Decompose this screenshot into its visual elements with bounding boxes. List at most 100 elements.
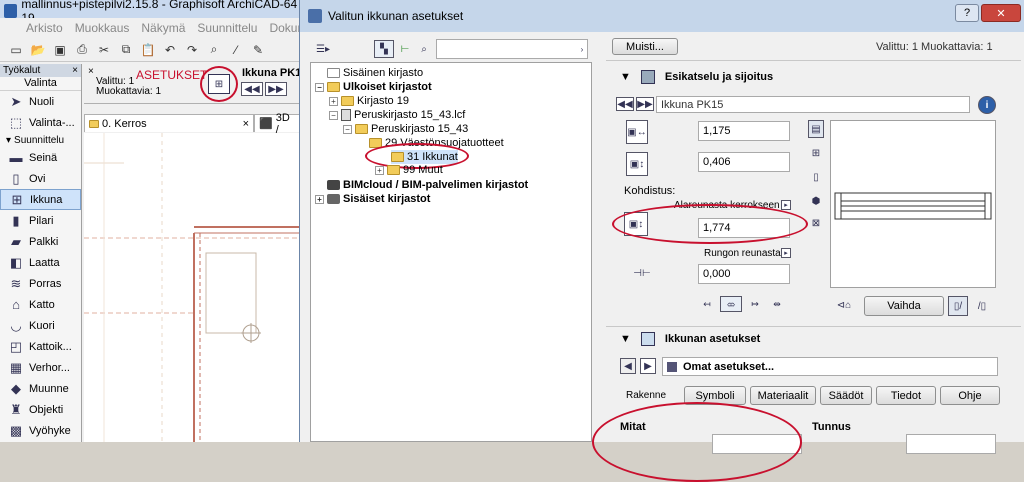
tool-zone[interactable]: ▩ Vyöhyke [0, 420, 81, 441]
id-field[interactable] [906, 434, 996, 454]
anchor-right-icon[interactable]: ↦ [744, 296, 766, 312]
tool-door[interactable]: ▯ Ovi [0, 168, 81, 189]
anchor-center-icon[interactable]: ⤄ [720, 296, 742, 312]
swap-button[interactable]: Vaihda [864, 296, 944, 316]
tool-wall[interactable]: ▬ Seinä [0, 147, 81, 168]
close-icon[interactable]: × [88, 66, 94, 77]
anchor-mirror-icon[interactable]: ⇹ [766, 296, 788, 312]
info-icon[interactable]: i [978, 96, 996, 114]
offset-field[interactable]: 0,000 [698, 264, 790, 284]
next-icon[interactable]: ▶ [640, 358, 656, 374]
tree-icon[interactable]: ⊢ [396, 40, 414, 58]
previous-icon[interactable]: ◀◀ [241, 82, 263, 96]
redo-icon[interactable]: ↷ [184, 42, 200, 58]
previous-icon[interactable]: ◀ [620, 358, 636, 374]
tool-stair[interactable]: ≋ Porras [0, 273, 81, 294]
expand-icon[interactable]: + [315, 194, 324, 204]
preset-selector[interactable]: Omat asetukset... [662, 357, 998, 376]
menu-item[interactable]: Näkymä [141, 21, 185, 35]
tree-item-lcf[interactable]: − Peruskirjasto 15_43.lcf [329, 108, 465, 122]
tool-shell[interactable]: ◡ Kuori [0, 315, 81, 336]
tool-morph[interactable]: ◆ Muunne [0, 378, 81, 399]
tab-adjustments[interactable]: Säädöt [820, 386, 872, 405]
tool-beam[interactable]: ▰ Palkki [0, 231, 81, 252]
library-object-icon[interactable]: ▚ [374, 40, 394, 58]
menu-item[interactable]: Arkisto [26, 21, 63, 35]
print-icon[interactable]: ⎙ [74, 42, 90, 58]
width-field[interactable]: 1,175 [698, 121, 790, 141]
tab-help[interactable]: Ohje [940, 386, 1000, 405]
pen-icon[interactable]: ✎ [250, 42, 266, 58]
tool-arrow[interactable]: ➤ Nuoli [0, 91, 81, 112]
tab-info[interactable]: Tiedot [876, 386, 936, 405]
tab-materials[interactable]: Materiaalit [750, 386, 816, 405]
tool-window[interactable]: ⊞ Ikkuna [0, 189, 81, 210]
toolbox-design-section[interactable]: ▾ Suunnittelu [0, 133, 81, 147]
flip-right-icon[interactable]: /▯ [972, 296, 992, 316]
preview-plan-icon[interactable]: ▤ [808, 120, 824, 138]
memo-button[interactable]: Muisti... [612, 38, 678, 55]
next-icon[interactable]: ▶▶ [265, 82, 287, 96]
preview-axonometric-icon[interactable]: ⊠ [808, 214, 824, 232]
menu-item[interactable]: Muokkaus [75, 21, 130, 35]
tool-marquee[interactable]: ⬚ Valinta-... [0, 112, 81, 133]
find-icon[interactable]: ⌕ [206, 42, 222, 58]
tool-roof[interactable]: ⌂ Katto [0, 294, 81, 315]
flip-left-icon[interactable]: ▯/ [948, 296, 968, 316]
expand-icon[interactable]: + [329, 96, 338, 106]
collapse-icon[interactable]: − [315, 82, 324, 92]
tool-object[interactable]: ♜ Objekti [0, 399, 81, 420]
tree-item-internal-library[interactable]: Sisäinen kirjasto [315, 66, 423, 80]
collapse-icon[interactable]: − [343, 124, 352, 134]
expand-icon[interactable]: + [375, 165, 384, 175]
chevron-right-icon[interactable]: ▸ [781, 248, 791, 258]
floor-plan-canvas[interactable] [84, 133, 300, 442]
search-icon[interactable]: ⌕ [415, 40, 433, 58]
preview-elevation-icon[interactable]: ▯ [808, 168, 824, 186]
height-field[interactable]: 0,406 [698, 152, 790, 172]
previous-icon[interactable]: ◀◀ [616, 97, 634, 111]
view-mode-icon[interactable]: ☰▸ [310, 40, 336, 58]
tool-column[interactable]: ▮ Pilari [0, 210, 81, 231]
menu-item[interactable]: Suunnittelu [197, 21, 257, 35]
tool-slab[interactable]: ◧ Laatta [0, 252, 81, 273]
tree-label: BIMcloud / BIM-palvelimen kirjastot [343, 179, 529, 191]
window-icon: ⊞ [11, 191, 23, 207]
tree-item-library-19[interactable]: + Kirjasto 19 [329, 94, 409, 108]
tree-item-embedded[interactable]: + Sisäiset kirjastot [315, 192, 430, 206]
anchor-left-icon[interactable]: ↤ [696, 296, 718, 312]
chevron-right-icon[interactable]: ▸ [781, 200, 791, 210]
open-folder-icon[interactable]: 📂 [30, 42, 46, 58]
save-icon[interactable]: ▣ [52, 42, 68, 58]
close-button[interactable]: ✕ [981, 4, 1021, 22]
chevron-right-icon[interactable]: › [576, 40, 588, 58]
tree-label: Peruskirjasto 15_43 [371, 123, 469, 135]
pick-icon[interactable]: ⁄ [228, 42, 244, 58]
object-name-field[interactable]: Ikkuna PK15 [656, 96, 970, 113]
tab-3d[interactable]: ⬛ 3D / [254, 112, 300, 136]
window-settings-section-header[interactable]: ▼ Ikkunan asetukset [620, 328, 760, 350]
tree-item-others[interactable]: + 99 Muut [375, 163, 443, 177]
next-icon[interactable]: ▶▶ [636, 97, 654, 111]
tree-item-bimcloud[interactable]: BIMcloud / BIM-palvelimen kirjastot [315, 178, 528, 192]
tool-curtain-wall[interactable]: ▦ Verhor... [0, 357, 81, 378]
close-icon[interactable]: × [243, 118, 249, 130]
tree-item-external-libraries[interactable]: − Ulkoiset kirjastot [315, 80, 432, 94]
paste-icon[interactable]: 📋 [140, 42, 156, 58]
library-search-input[interactable] [436, 39, 588, 59]
help-button[interactable]: ? [955, 4, 979, 22]
tab-floor-plan[interactable]: 0. Kerros × [84, 114, 254, 132]
preview-3d-icon[interactable]: ⬢ [808, 192, 824, 210]
undo-icon[interactable]: ↶ [162, 42, 178, 58]
mirror-icon[interactable]: ⊲⌂ [830, 294, 858, 316]
copy-icon[interactable]: ⧉ [118, 42, 134, 58]
frame-reference[interactable]: Rungon reunasta [704, 248, 781, 259]
tree-item-peruskirjasto[interactable]: − Peruskirjasto 15_43 [343, 122, 468, 136]
cut-icon[interactable]: ✂ [96, 42, 112, 58]
collapse-icon[interactable]: − [329, 110, 338, 120]
new-file-icon[interactable]: ▭ [8, 42, 24, 58]
preview-section-header[interactable]: ▼ Esikatselu ja sijoitus [620, 66, 773, 88]
close-icon[interactable]: × [72, 65, 78, 76]
tool-skylight[interactable]: ◰ Kattoik... [0, 336, 81, 357]
preview-section-icon-btn[interactable]: ⊞ [808, 144, 824, 162]
